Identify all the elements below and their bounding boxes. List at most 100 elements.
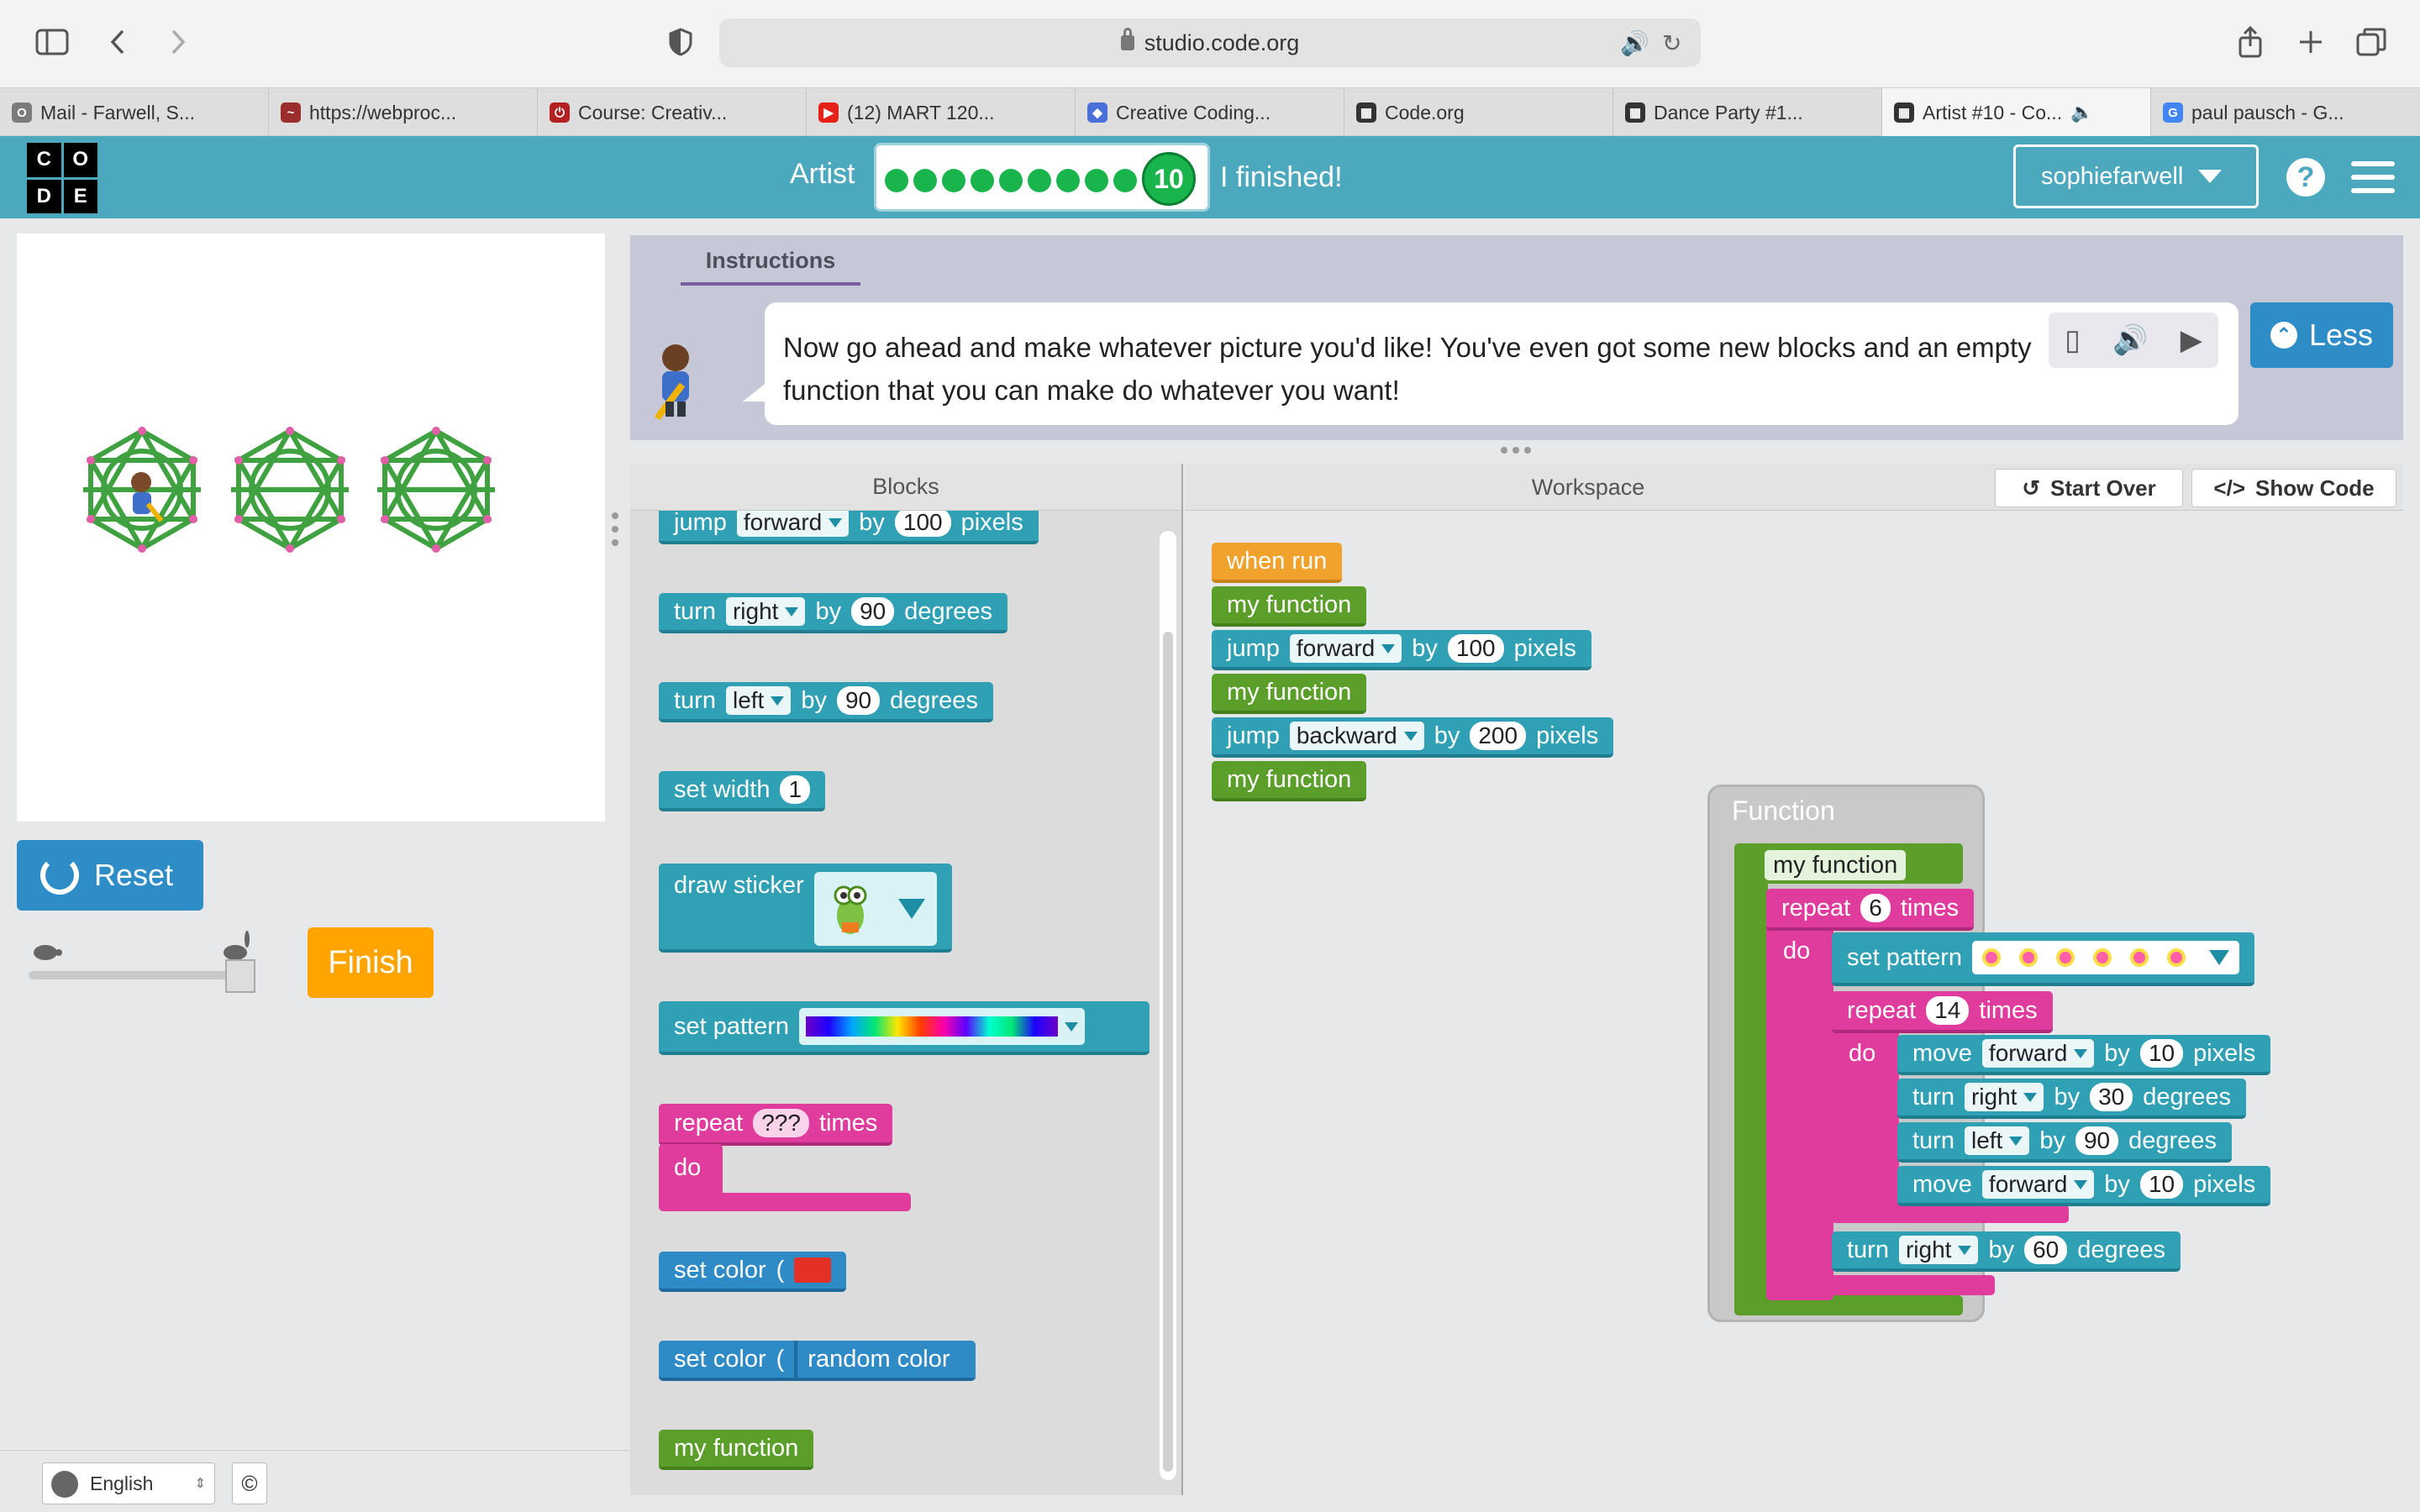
- toolbox-draw-sticker-block[interactable]: draw sticker: [659, 864, 952, 953]
- hamburger-menu-icon[interactable]: [2351, 161, 2395, 193]
- call-my-function-block[interactable]: my function: [1212, 674, 1367, 714]
- jump-forward-block[interactable]: jump forward by 100 pixels: [1212, 630, 1591, 670]
- copyright-button[interactable]: ©: [232, 1462, 267, 1504]
- when-run-block[interactable]: when run: [1212, 543, 1343, 583]
- browser-tab-active[interactable]: ▦ Artist #10 - Co... 🔈: [1882, 88, 2151, 137]
- number-field[interactable]: 90: [2075, 1126, 2119, 1155]
- slider-thumb[interactable]: [225, 959, 255, 993]
- toolbox-repeat-block[interactable]: repeat ??? times: [659, 1104, 893, 1146]
- number-field[interactable]: 10: [2139, 1170, 2184, 1199]
- outer-repeat-block[interactable]: repeat 6 times: [1766, 889, 1975, 931]
- number-field[interactable]: 100: [894, 511, 951, 537]
- number-field[interactable]: 1: [780, 775, 811, 804]
- resize-grip-icon[interactable]: [1501, 447, 1534, 455]
- browser-tab[interactable]: O Mail - Farwell, S...: [0, 88, 269, 137]
- toolbox-set-width-block[interactable]: set width 1: [659, 771, 826, 811]
- level-dot[interactable]: [971, 169, 994, 192]
- finish-button[interactable]: Finish: [308, 927, 434, 998]
- jump-backward-block[interactable]: jump backward by 200 pixels: [1212, 717, 1614, 758]
- browser-tab[interactable]: ▶ (12) MART 120...: [807, 88, 1076, 137]
- play-icon[interactable]: ▶: [2181, 323, 2202, 357]
- panel-drag-handle-icon[interactable]: [612, 512, 618, 546]
- call-my-function-block[interactable]: my function: [1212, 761, 1367, 801]
- level-dot[interactable]: [913, 169, 937, 192]
- finished-link[interactable]: I finished!: [1220, 161, 1343, 194]
- speaker-icon[interactable]: 🔊: [1620, 18, 1649, 67]
- level-dot[interactable]: [942, 169, 965, 192]
- number-field[interactable]: 10: [2139, 1039, 2184, 1068]
- number-field[interactable]: 200: [1470, 722, 1527, 750]
- pattern-dropdown[interactable]: [799, 1008, 1086, 1045]
- back-icon[interactable]: [99, 18, 136, 66]
- new-tab-icon[interactable]: [2292, 18, 2329, 66]
- less-button[interactable]: ⌃ Less: [2250, 302, 2393, 368]
- toolbox-set-color-random-block[interactable]: set color ( random color: [659, 1341, 976, 1381]
- immersive-reader-icon[interactable]: ▯: [2065, 323, 2081, 357]
- reload-icon[interactable]: ↻: [1662, 18, 1681, 67]
- direction-dropdown[interactable]: right: [1898, 1236, 1979, 1264]
- show-code-button[interactable]: </> Show Code: [2191, 469, 2396, 507]
- flower-pattern-dropdown[interactable]: [1972, 941, 2240, 974]
- sticker-dropdown[interactable]: [813, 872, 937, 946]
- toolbox-set-pattern-block[interactable]: set pattern: [659, 1001, 1150, 1055]
- toolbox-my-function-block[interactable]: my function: [659, 1430, 814, 1470]
- number-field[interactable]: 90: [836, 686, 881, 715]
- tab-overview-icon[interactable]: [2353, 18, 2390, 66]
- current-level-bubble[interactable]: 10: [1142, 152, 1196, 206]
- toolbox-set-color-block[interactable]: set color (: [659, 1252, 847, 1292]
- level-dot[interactable]: [1028, 169, 1051, 192]
- browser-tab[interactable]: ▦ Dance Party #1...: [1613, 88, 1882, 137]
- level-dot[interactable]: [885, 169, 908, 192]
- level-dot[interactable]: [1085, 169, 1108, 192]
- privacy-shield-icon[interactable]: [664, 18, 697, 66]
- turn-left-block[interactable]: turn left by 90 degrees: [1897, 1122, 2232, 1163]
- browser-tab[interactable]: ◆ Creative Coding...: [1076, 88, 1344, 137]
- call-my-function-block[interactable]: my function: [1212, 586, 1367, 627]
- toolbox-turn-right-block[interactable]: turn right by 90 degrees: [659, 593, 1008, 633]
- number-field[interactable]: ???: [753, 1109, 809, 1137]
- toolbox-scrollbar[interactable]: [1160, 531, 1176, 1480]
- sidebar-toggle-icon[interactable]: [30, 18, 74, 66]
- color-swatch[interactable]: [794, 1257, 832, 1283]
- function-name-field[interactable]: my function: [1765, 850, 1907, 880]
- direction-dropdown[interactable]: backward: [1289, 722, 1424, 750]
- inner-repeat-block[interactable]: repeat 14 times: [1832, 991, 2053, 1033]
- browser-tab[interactable]: ▦ Code.org: [1344, 88, 1613, 137]
- language-select[interactable]: English ⇕: [42, 1462, 215, 1504]
- toolbox-turn-left-block[interactable]: turn left by 90 degrees: [659, 682, 993, 722]
- direction-dropdown[interactable]: left: [725, 686, 792, 715]
- direction-dropdown[interactable]: forward: [1289, 634, 1402, 663]
- number-field[interactable]: 60: [2024, 1236, 2068, 1264]
- reset-button[interactable]: Reset: [17, 840, 203, 911]
- help-icon[interactable]: ?: [2286, 158, 2325, 197]
- address-bar[interactable]: studio.code.org 🔊 ↻: [719, 18, 1701, 67]
- number-field[interactable]: 100: [1447, 634, 1504, 663]
- set-pattern-block[interactable]: set pattern: [1832, 932, 2255, 986]
- share-icon[interactable]: [2232, 18, 2269, 66]
- start-over-button[interactable]: ↺ Start Over: [1995, 469, 2183, 507]
- browser-tab[interactable]: ~ https://webproc...: [269, 88, 538, 137]
- tab-instructions[interactable]: Instructions: [681, 239, 860, 286]
- browser-tab[interactable]: ⏻ Course: Creativ...: [538, 88, 807, 137]
- random-color-block[interactable]: random color: [794, 1341, 960, 1378]
- code-org-logo[interactable]: C O D E: [27, 143, 97, 213]
- number-field[interactable]: 30: [2090, 1083, 2133, 1111]
- direction-dropdown[interactable]: forward: [1981, 1039, 2095, 1068]
- direction-dropdown[interactable]: forward: [1981, 1170, 2095, 1199]
- level-dot[interactable]: [1056, 169, 1080, 192]
- direction-dropdown[interactable]: forward: [736, 511, 850, 537]
- slider-track[interactable]: [29, 971, 239, 979]
- volume-icon[interactable]: 🔊: [2112, 323, 2148, 357]
- tab-audio-icon[interactable]: 🔈: [2070, 102, 2093, 123]
- direction-dropdown[interactable]: right: [1964, 1083, 2044, 1111]
- move-forward-block[interactable]: move forward by 10 pixels: [1897, 1035, 2271, 1075]
- number-field[interactable]: 14: [1926, 996, 1970, 1025]
- turn-right-block[interactable]: turn right by 30 degrees: [1897, 1079, 2247, 1119]
- number-field[interactable]: 90: [851, 597, 895, 626]
- level-dot[interactable]: [999, 169, 1023, 192]
- toolbox-jump-block[interactable]: jump forward by 100 pixels: [659, 511, 1039, 544]
- number-field[interactable]: 6: [1860, 894, 1891, 922]
- level-dot[interactable]: [1113, 169, 1137, 192]
- forward-icon[interactable]: [160, 18, 197, 66]
- turn-right-block[interactable]: turn right by 60 degrees: [1832, 1231, 2181, 1272]
